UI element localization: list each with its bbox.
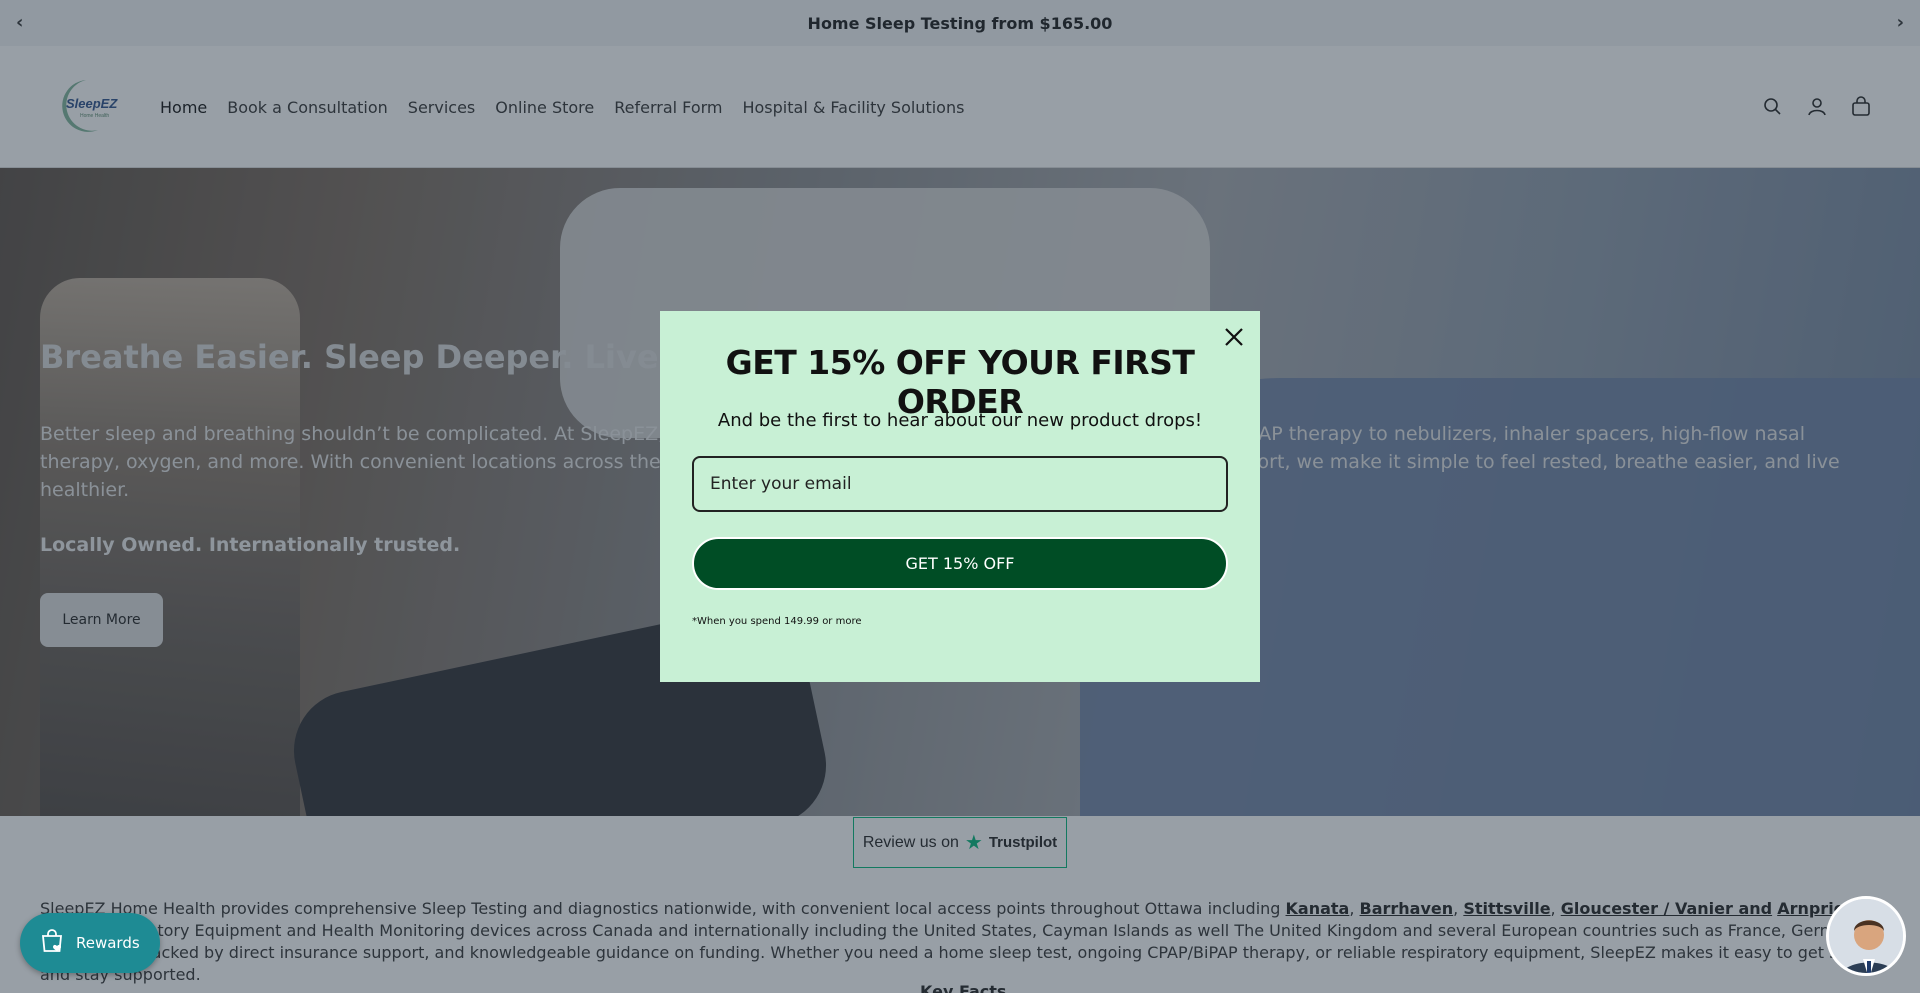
popup-terms-note: *When you spend 149.99 or more [692,616,862,627]
shopping-bag-heart-icon [38,927,66,959]
email-input[interactable] [692,456,1228,512]
popup-subtitle: And be the first to hear about our new p… [717,410,1203,431]
discount-popup: GET 15% OFF YOUR FIRST ORDER And be the … [660,311,1260,682]
chat-avatar-icon[interactable] [1826,896,1906,976]
rewards-button[interactable]: Rewards [20,913,160,973]
get-discount-button[interactable]: GET 15% OFF [692,537,1228,590]
rewards-label: Rewards [76,934,140,952]
